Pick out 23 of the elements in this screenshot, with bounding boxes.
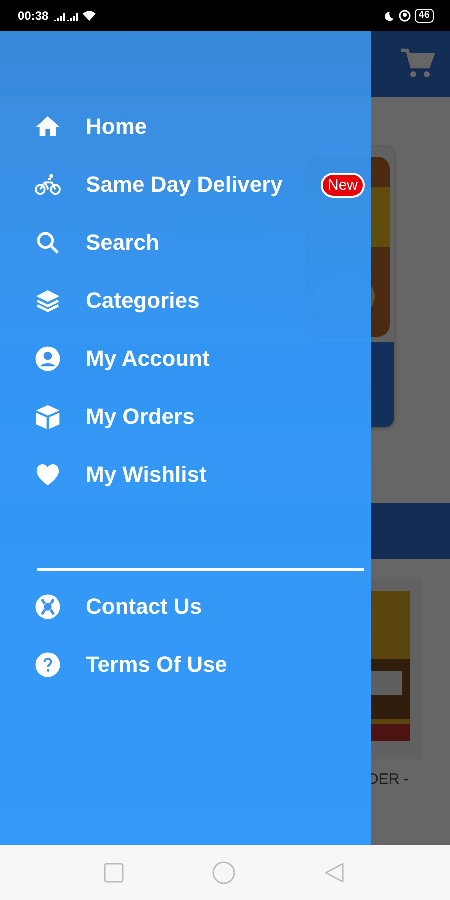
menu-item[interactable]: My Wishlist: [0, 446, 371, 504]
status-time: 00:38: [18, 8, 49, 22]
help-icon: [34, 651, 62, 679]
recent-apps-button[interactable]: [104, 862, 124, 882]
menu-item[interactable]: My Orders: [0, 388, 371, 446]
menu-item[interactable]: Search: [0, 214, 371, 272]
account-icon: [34, 345, 62, 373]
box-icon: [34, 403, 62, 431]
menu-item[interactable]: Categories: [0, 272, 371, 330]
menu-item[interactable]: My Account: [0, 330, 371, 388]
menu-item[interactable]: Same Day Delivery New: [0, 156, 371, 214]
signal-icon: [52, 10, 79, 20]
menu-item[interactable]: Home: [0, 98, 371, 156]
wifi-icon: [82, 10, 96, 20]
alarm-icon: [398, 10, 411, 22]
moon-icon: [382, 10, 395, 22]
menu-item[interactable]: Terms Of Use: [0, 636, 371, 694]
new-badge: New: [320, 172, 365, 198]
menu-item[interactable]: Contact Us: [0, 578, 371, 636]
home-button[interactable]: [212, 860, 236, 884]
battery-icon: 46: [414, 8, 434, 22]
lifebuoy-icon: [34, 593, 62, 621]
back-button[interactable]: [324, 862, 346, 884]
